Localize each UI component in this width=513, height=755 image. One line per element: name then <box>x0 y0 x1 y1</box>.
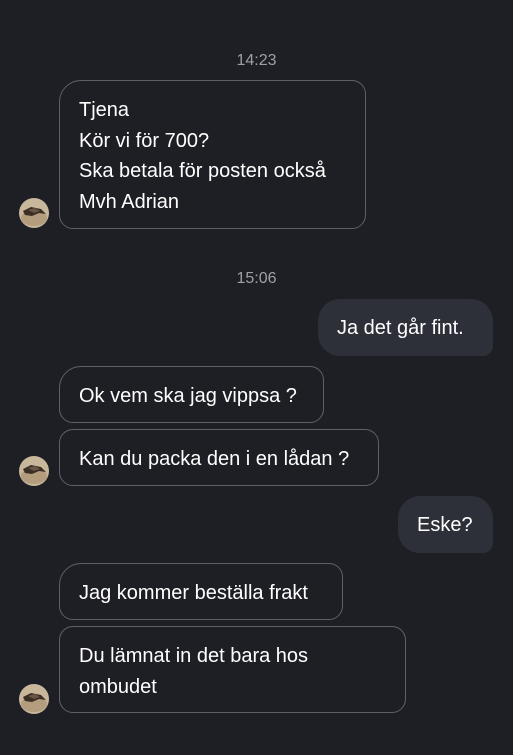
incoming-message[interactable]: Kan du packa den i en lådan ? <box>59 429 379 486</box>
message-line: Mvh Adrian <box>79 190 180 213</box>
contact-avatar-icon <box>19 684 49 714</box>
incoming-message[interactable]: Tjena Kör vi för 700? Ska betala för pos… <box>59 80 366 229</box>
message-line: Du lämnat in det bara hos <box>79 645 309 667</box>
message-text: Ja det går fint. <box>337 317 464 339</box>
avatar[interactable] <box>19 456 49 486</box>
message-line: Ska betala för posten också <box>79 160 326 182</box>
timestamp: 14:23 <box>236 52 277 69</box>
message-text: Kan du packa den i en lådan ? <box>79 448 350 470</box>
contact-avatar-icon <box>19 456 49 486</box>
avatar[interactable] <box>19 684 49 714</box>
outgoing-message[interactable]: Eske? <box>398 496 493 553</box>
outgoing-message[interactable]: Ja det går fint. <box>318 299 493 356</box>
timestamp: 15:06 <box>236 270 277 287</box>
message-line: ombudet <box>79 675 157 698</box>
incoming-message[interactable]: Jag kommer beställa frakt <box>59 563 343 620</box>
avatar[interactable] <box>19 198 49 228</box>
message-text: Jag kommer beställa frakt <box>79 582 308 604</box>
message-text: Eske? <box>417 514 473 536</box>
message-line: Tjena <box>79 99 130 121</box>
contact-avatar-icon <box>19 198 49 228</box>
incoming-message[interactable]: Ok vem ska jag vippsa ? <box>59 366 324 423</box>
message-line: Kör vi för 700? <box>79 129 210 152</box>
incoming-message[interactable]: Du lämnat in det bara hos ombudet <box>59 626 406 713</box>
message-text: Ok vem ska jag vippsa ? <box>79 385 297 407</box>
